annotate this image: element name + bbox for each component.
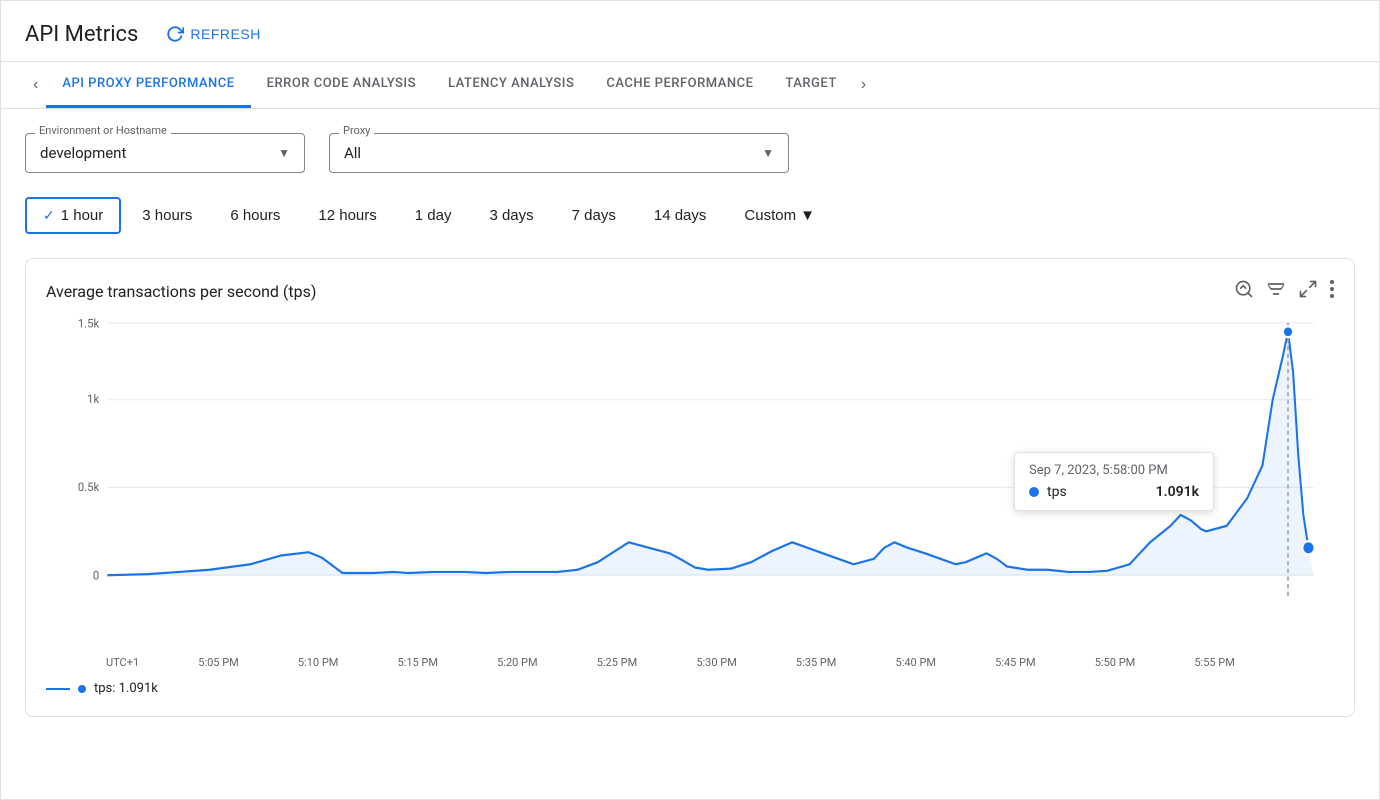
tabs-next-button[interactable]: › (853, 76, 874, 94)
proxy-label: Proxy (339, 124, 374, 137)
x-label-utc: UTC+1 (106, 656, 139, 669)
tab-latency[interactable]: LATENCY ANALYSIS (432, 62, 590, 108)
svg-text:1.5k: 1.5k (78, 316, 99, 330)
filters-row: Environment or Hostname development ▼ Pr… (25, 133, 1355, 173)
chart-actions (1234, 279, 1334, 304)
chart-header: Average transactions per second (tps) (46, 279, 1334, 304)
page-title: API Metrics (25, 22, 138, 47)
x-label-515: 5:15 PM (397, 656, 437, 669)
chart-fullscreen-icon (1298, 279, 1318, 299)
refresh-label: REFRESH (190, 26, 260, 42)
header: API Metrics REFRESH (1, 1, 1379, 62)
refresh-button[interactable]: REFRESH (158, 19, 268, 49)
chart-search-button[interactable] (1234, 279, 1254, 304)
check-icon: ✓ (43, 207, 55, 224)
time-btn-3h[interactable]: 3 hours (125, 198, 209, 233)
proxy-value: All (344, 144, 361, 162)
chart-search-icon (1234, 279, 1254, 299)
chart-tooltip: Sep 7, 2023, 5:58:00 PM tps 1.091k (1014, 452, 1214, 511)
legend-dot (78, 685, 86, 693)
time-btn-1h[interactable]: ✓ 1 hour (25, 197, 121, 234)
environment-value: development (40, 144, 126, 162)
chart-fullscreen-button[interactable] (1298, 279, 1318, 304)
legend-line (46, 688, 70, 690)
tooltip-dot (1029, 487, 1039, 497)
tooltip-value: 1.091k (1156, 484, 1199, 500)
time-label-1h: 1 hour (61, 207, 104, 224)
svg-text:0.5k: 0.5k (78, 479, 99, 493)
custom-label: Custom (744, 207, 796, 224)
x-label-555: 5:55 PM (1194, 656, 1234, 669)
environment-label: Environment or Hostname (35, 124, 171, 137)
x-label-535: 5:35 PM (796, 656, 836, 669)
x-label-545: 5:45 PM (995, 656, 1035, 669)
x-label-520: 5:20 PM (497, 656, 537, 669)
tab-error-code[interactable]: ERROR CODE ANALYSIS (251, 62, 432, 108)
tabs-bar: ‹ API PROXY PERFORMANCE ERROR CODE ANALY… (1, 62, 1379, 109)
proxy-arrow-icon: ▼ (762, 146, 774, 160)
time-btn-custom[interactable]: Custom ▼ (727, 198, 832, 233)
environment-select[interactable]: development ▼ (25, 133, 305, 173)
chart-title: Average transactions per second (tps) (46, 282, 316, 301)
x-label-530: 5:30 PM (696, 656, 736, 669)
page-container: API Metrics REFRESH ‹ API PROXY PERFORMA… (0, 0, 1380, 800)
tab-target[interactable]: TARGET (769, 62, 852, 108)
environment-arrow-icon: ▼ (278, 146, 290, 160)
time-btn-6h[interactable]: 6 hours (213, 198, 297, 233)
chart-more-icon (1330, 279, 1334, 299)
chart-filter-button[interactable] (1266, 279, 1286, 304)
time-btn-12h[interactable]: 12 hours (301, 198, 393, 233)
tooltip-date: Sep 7, 2023, 5:58:00 PM (1029, 463, 1199, 478)
legend-series: tps: 1.091k (94, 681, 158, 696)
x-label-505: 5:05 PM (198, 656, 238, 669)
x-axis-labels: UTC+1 5:05 PM 5:10 PM 5:15 PM 5:20 PM 5:… (46, 652, 1334, 673)
chart-more-button[interactable] (1330, 279, 1334, 304)
refresh-icon (166, 25, 184, 43)
time-btn-7d[interactable]: 7 days (555, 198, 633, 233)
time-range-row: ✓ 1 hour 3 hours 6 hours 12 hours 1 day … (25, 197, 1355, 234)
svg-text:0: 0 (93, 568, 99, 582)
x-label-540: 5:40 PM (896, 656, 936, 669)
content-area: Environment or Hostname development ▼ Pr… (1, 109, 1379, 741)
time-btn-3d[interactable]: 3 days (472, 198, 550, 233)
chart-area[interactable]: 0 0.5k 1k 1.5k (46, 312, 1334, 652)
chart-container: Average transactions per second (tps) (25, 258, 1355, 717)
chart-legend: tps: 1.091k (46, 673, 1334, 696)
x-label-525: 5:25 PM (597, 656, 637, 669)
tooltip-row: tps 1.091k (1029, 484, 1199, 500)
x-label-510: 5:10 PM (298, 656, 338, 669)
svg-text:1k: 1k (87, 392, 99, 406)
time-btn-14d[interactable]: 14 days (637, 198, 724, 233)
tab-api-proxy[interactable]: API PROXY PERFORMANCE (46, 62, 250, 108)
chart-filter-icon (1266, 279, 1286, 299)
tab-cache[interactable]: CACHE PERFORMANCE (590, 62, 769, 108)
tooltip-series: tps (1047, 484, 1148, 500)
environment-select-wrapper: Environment or Hostname development ▼ (25, 133, 305, 173)
proxy-select-wrapper: Proxy All ▼ (329, 133, 789, 173)
time-btn-1d[interactable]: 1 day (398, 198, 469, 233)
custom-arrow-icon: ▼ (800, 207, 815, 224)
x-label-550: 5:50 PM (1095, 656, 1135, 669)
proxy-select[interactable]: All ▼ (329, 133, 789, 173)
tabs-prev-button[interactable]: ‹ (25, 76, 46, 94)
